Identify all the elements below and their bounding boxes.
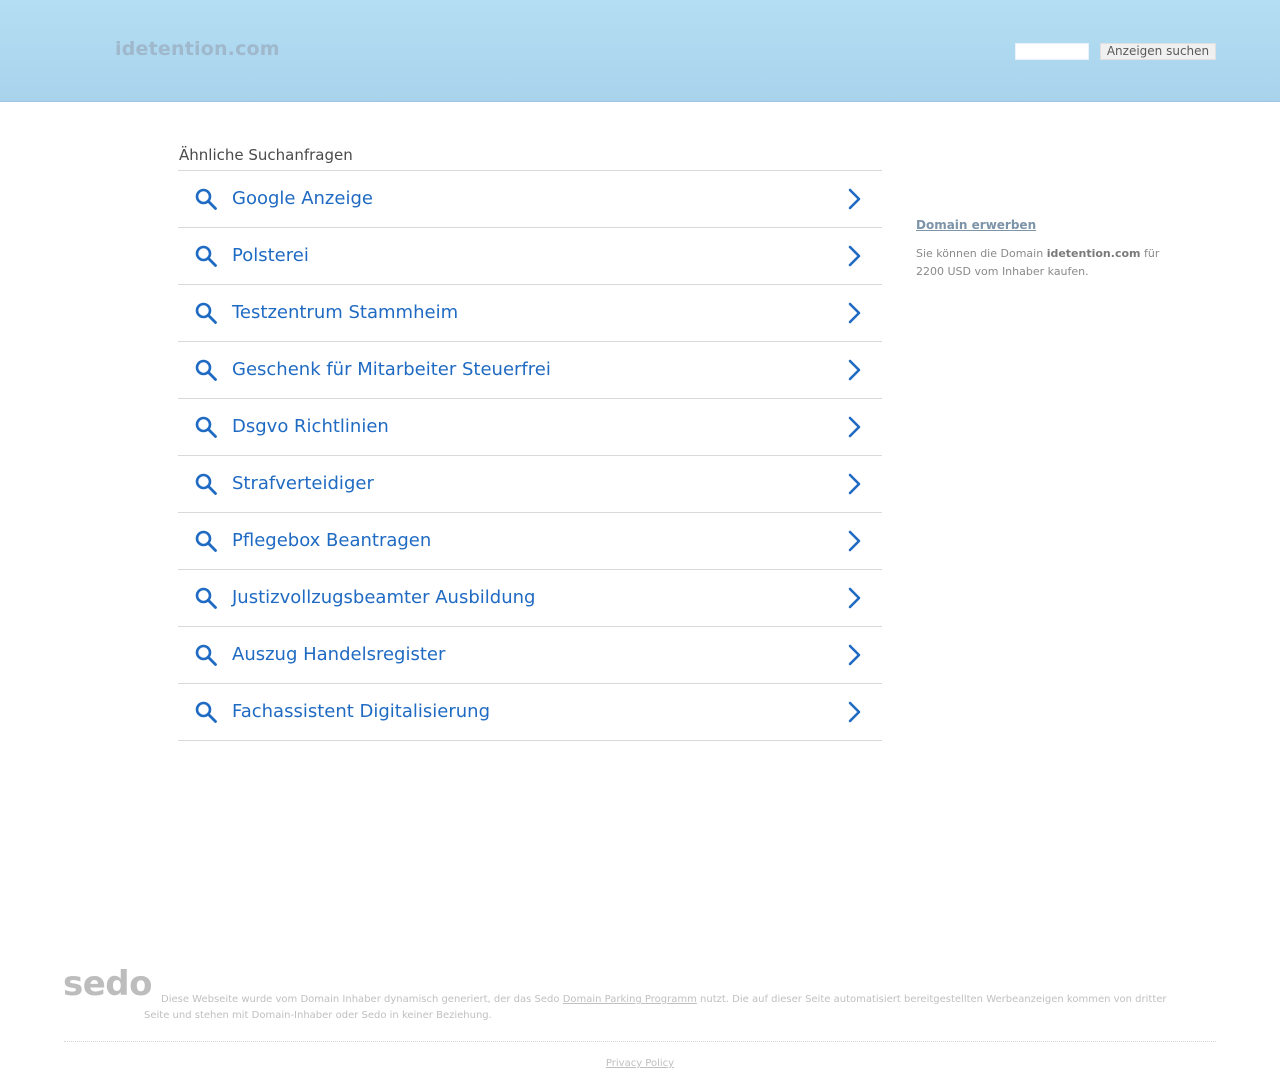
domain-parking-link[interactable]: Domain Parking Programm: [563, 994, 697, 1005]
privacy-policy-link[interactable]: Privacy Policy: [606, 1058, 674, 1069]
search-button[interactable]: Anzeigen suchen: [1100, 43, 1216, 60]
chevron-right-icon: [848, 245, 861, 267]
chevron-right-icon: [848, 644, 861, 666]
search-icon: [195, 530, 217, 552]
search-icon: [195, 587, 217, 609]
chevron-right-icon: [848, 530, 861, 552]
chevron-right-icon: [848, 587, 861, 609]
related-search-item[interactable]: Fachassistent Digitalisierung: [178, 684, 882, 741]
related-search-item[interactable]: Pflegebox Beantragen: [178, 513, 882, 570]
related-search-item[interactable]: Geschenk für Mitarbeiter Steuerfrei: [178, 342, 882, 399]
parking-disclaimer: Diese Webseite wurde vom Domain Inhaber …: [144, 992, 1184, 1024]
related-search-label[interactable]: Pflegebox Beantragen: [232, 530, 431, 551]
footer-divider: [64, 1041, 1216, 1042]
related-search-item[interactable]: Auszug Handelsregister: [178, 627, 882, 684]
search-icon: [195, 644, 217, 666]
search-icon: [195, 701, 217, 723]
sedo-logo[interactable]: sedo: [63, 964, 153, 1004]
related-search-item[interactable]: Google Anzeige: [178, 171, 882, 228]
related-search-label[interactable]: Testzentrum Stammheim: [232, 302, 458, 323]
related-searches-heading: Ähnliche Suchanfragen: [179, 146, 353, 164]
related-search-label[interactable]: Google Anzeige: [232, 188, 373, 209]
chevron-right-icon: [848, 359, 861, 381]
chevron-right-icon: [848, 473, 861, 495]
domain-title[interactable]: idetention.com: [115, 38, 280, 60]
buy-domain-name: idetention.com: [1046, 247, 1141, 260]
related-search-label[interactable]: Justizvollzugsbeamter Ausbildung: [232, 587, 535, 608]
search-icon: [195, 416, 217, 438]
search-icon: [195, 302, 217, 324]
related-search-label[interactable]: Dsgvo Richtlinien: [232, 416, 389, 437]
related-search-label[interactable]: Geschenk für Mitarbeiter Steuerfrei: [232, 359, 551, 380]
related-search-item[interactable]: Justizvollzugsbeamter Ausbildung: [178, 570, 882, 627]
buy-domain-text-before: Sie können die Domain: [916, 247, 1047, 260]
buy-domain-link[interactable]: Domain erwerben: [916, 218, 1036, 232]
related-search-item[interactable]: Testzentrum Stammheim: [178, 285, 882, 342]
related-search-label[interactable]: Auszug Handelsregister: [232, 644, 445, 665]
chevron-right-icon: [848, 701, 861, 723]
search-icon: [195, 245, 217, 267]
search-icon: [195, 359, 217, 381]
search-input[interactable]: [1015, 43, 1089, 60]
chevron-right-icon: [848, 302, 861, 324]
privacy-row: Privacy Policy: [0, 1058, 1280, 1069]
header: idetention.com Anzeigen suchen: [0, 0, 1280, 102]
related-search-label[interactable]: Polsterei: [232, 245, 309, 266]
disclaimer-text-before: Diese Webseite wurde vom Domain Inhaber …: [161, 994, 563, 1005]
search-icon: [195, 473, 217, 495]
related-searches-list: Google Anzeige Polsterei Testzentrum Sta…: [178, 170, 882, 741]
chevron-right-icon: [848, 416, 861, 438]
related-search-item[interactable]: Strafverteidiger: [178, 456, 882, 513]
related-search-item[interactable]: Dsgvo Richtlinien: [178, 399, 882, 456]
related-search-label[interactable]: Strafverteidiger: [232, 473, 374, 494]
chevron-right-icon: [848, 188, 861, 210]
search-icon: [195, 188, 217, 210]
buy-domain-text: Sie können die Domain idetention.com für…: [916, 245, 1176, 281]
related-search-label[interactable]: Fachassistent Digitalisierung: [232, 701, 490, 722]
related-search-item[interactable]: Polsterei: [178, 228, 882, 285]
